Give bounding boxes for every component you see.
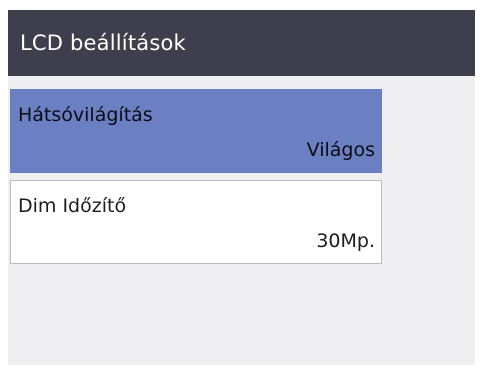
menu-item-value: Világos	[306, 139, 375, 161]
menu-item-label: Dim Időzítő	[18, 195, 127, 217]
menu-item-dim-timer[interactable]: Dim Időzítő 30Mp.	[10, 180, 382, 264]
menu-item-value: 30Mp.	[316, 230, 375, 252]
page-title-text: LCD beállítások	[20, 31, 186, 55]
menu-item-label: Hátsóvilágítás	[18, 104, 153, 126]
menu-item-backlight[interactable]: Hátsóvilágítás Világos	[10, 89, 382, 173]
lcd-screen: LCD beállítások Hátsóvilágítás Világos D…	[8, 10, 475, 365]
page-title: LCD beállítások	[8, 10, 475, 76]
